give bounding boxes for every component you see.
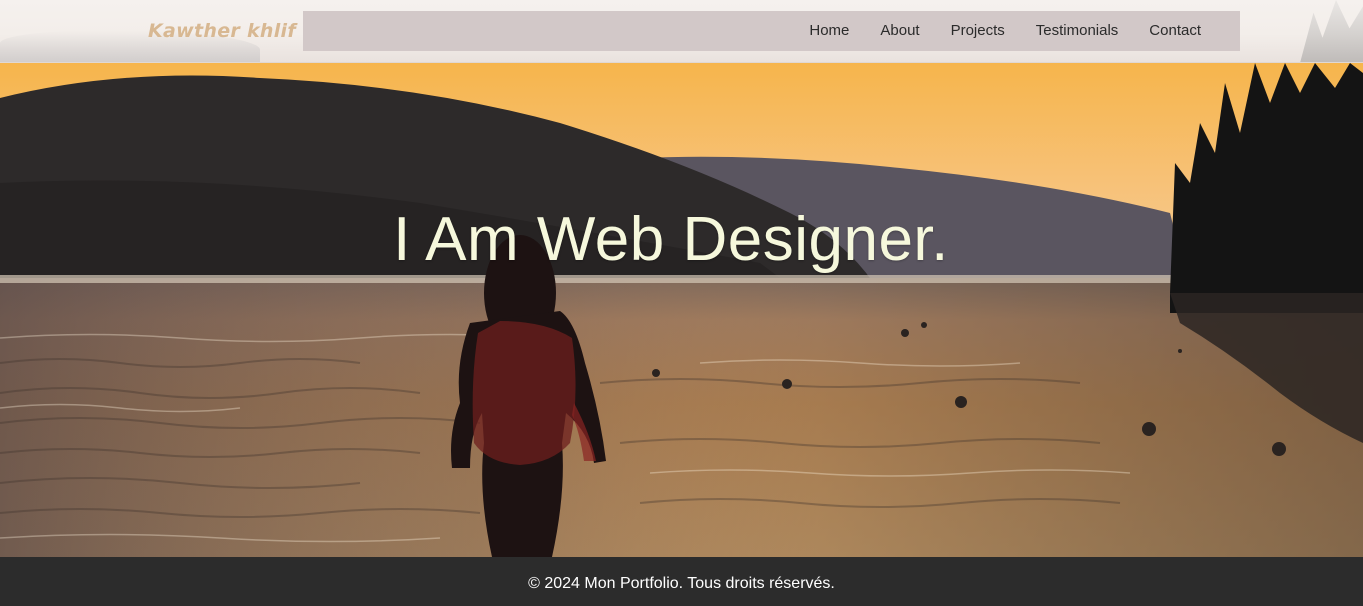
main-navbar: Home About Projects Testimonials Contact (303, 11, 1240, 51)
portfolio-page: Kawther khlif Home About Projects Testim… (0, 0, 1363, 606)
nav-link-testimonials[interactable]: Testimonials (1036, 22, 1119, 39)
header-tree-decoration (1300, 0, 1363, 62)
brand-logo[interactable]: Kawther khlif (148, 20, 296, 42)
nav-link-about[interactable]: About (880, 22, 919, 39)
site-footer: © 2024 Mon Portfolio. Tous droits réserv… (0, 557, 1363, 606)
hero-title: I Am Web Designer. (393, 205, 949, 274)
hero-section: I Am Web Designer. (0, 63, 1363, 557)
nav-link-contact[interactable]: Contact (1149, 22, 1201, 39)
nav-link-projects[interactable]: Projects (951, 22, 1005, 39)
nav-link-home[interactable]: Home (809, 22, 849, 39)
site-header: Kawther khlif Home About Projects Testim… (0, 0, 1363, 63)
footer-copyright: © 2024 Mon Portfolio. Tous droits réserv… (528, 575, 835, 592)
nav-list: Home About Projects Testimonials Contact (809, 11, 1201, 51)
hero-background-image (0, 63, 1363, 557)
